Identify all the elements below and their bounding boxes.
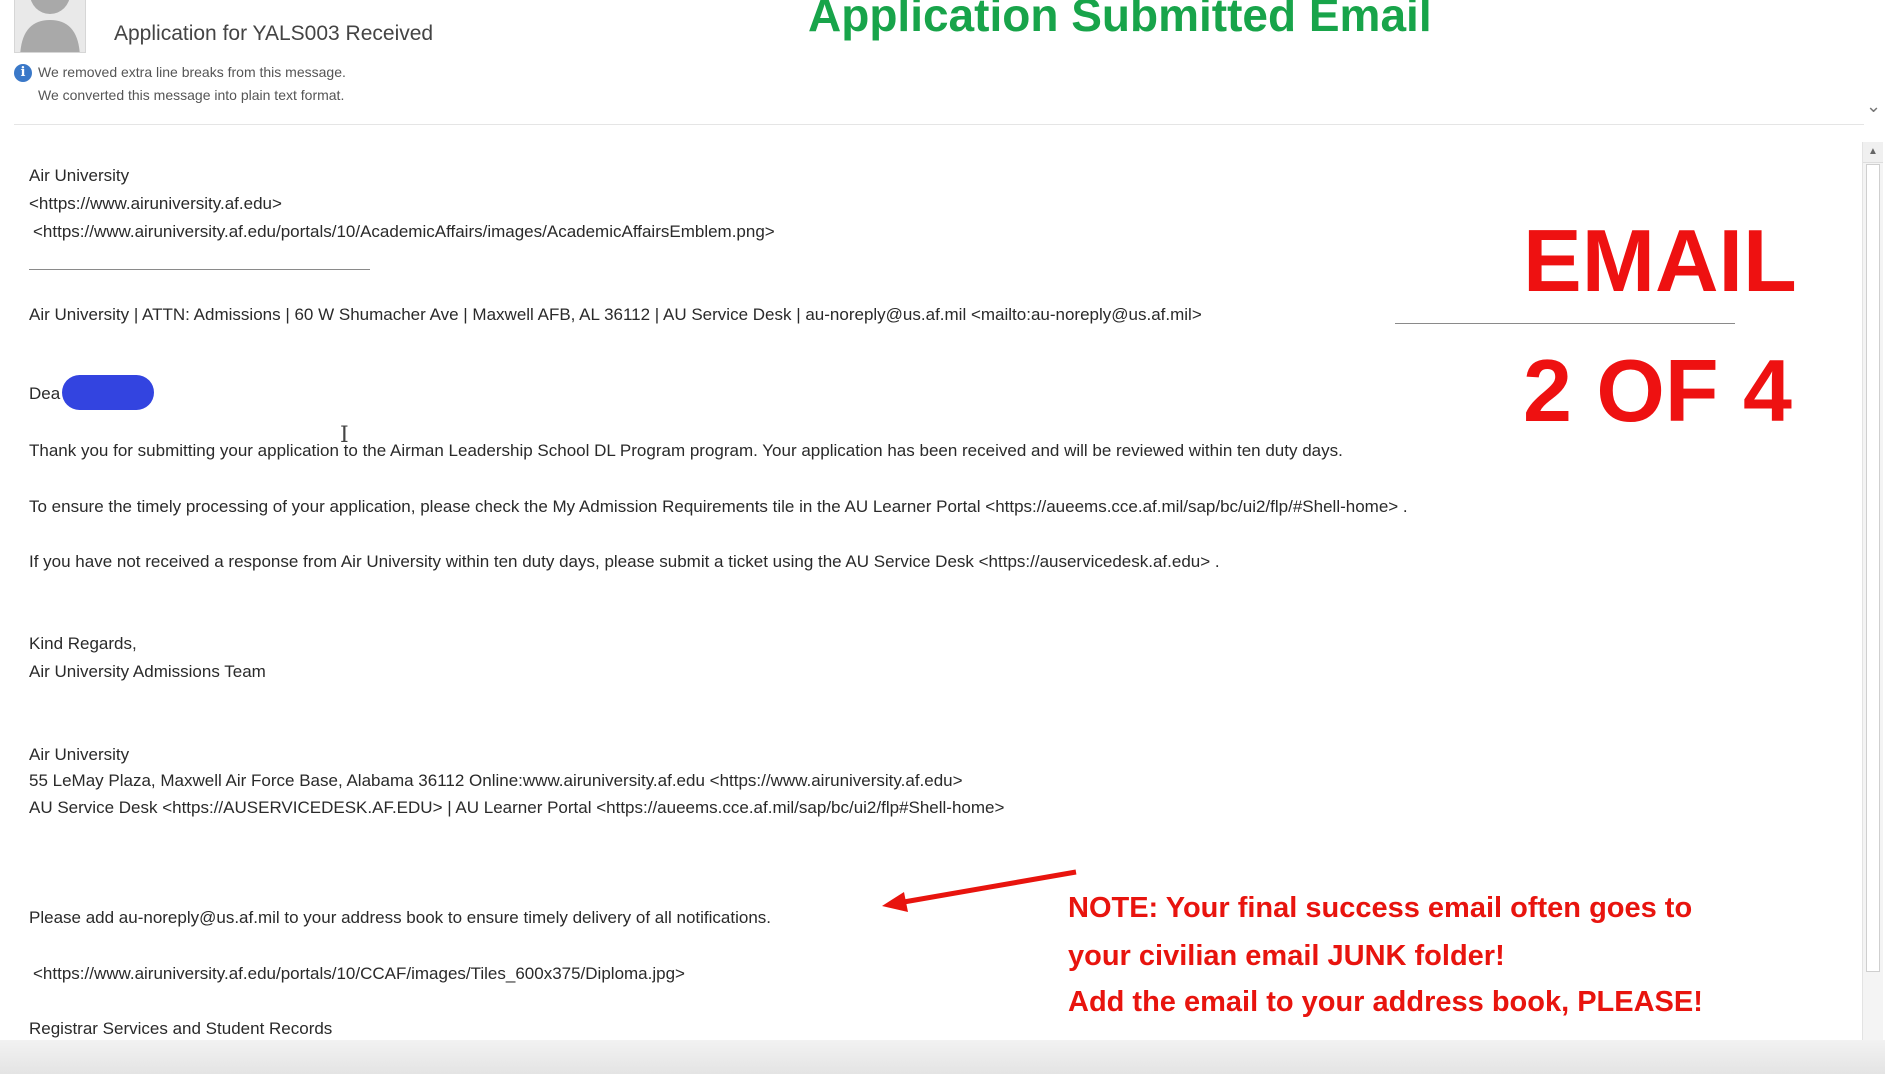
emblem-link[interactable]: <https://www.airuniversity.af.edu/portal… bbox=[33, 222, 775, 242]
overlay-title: Application Submitted Email bbox=[808, 0, 1432, 41]
separator-line bbox=[29, 269, 370, 270]
address-line: Air University | ATTN: Admissions | 60 W… bbox=[29, 305, 1202, 324]
org-name: Air University bbox=[29, 166, 130, 185]
person-placeholder-icon bbox=[20, 0, 80, 52]
message-subject: Application for YALS003 Received bbox=[114, 22, 434, 45]
scroll-thumb[interactable] bbox=[1866, 164, 1880, 972]
separator-line bbox=[1395, 323, 1735, 324]
paragraph-1: Thank you for submitting your applicatio… bbox=[29, 441, 1343, 460]
note-line-2: your civilian email JUNK folder! bbox=[1068, 940, 1505, 972]
info-icon[interactable]: i bbox=[14, 64, 32, 82]
arrow-icon bbox=[882, 869, 1077, 912]
bottom-bar bbox=[0, 1040, 1885, 1074]
chevron-down-icon[interactable]: ⌄ bbox=[1866, 96, 1881, 117]
footer-org: Air University bbox=[29, 745, 130, 764]
greeting: Dea bbox=[29, 384, 61, 403]
note-line-3: Add the email to your address book, PLEA… bbox=[1068, 986, 1703, 1018]
redaction-mark bbox=[62, 375, 154, 410]
header-divider bbox=[14, 124, 1864, 125]
closing: Kind Regards, bbox=[29, 634, 137, 653]
scroll-up-icon[interactable]: ▲ bbox=[1863, 142, 1883, 163]
signature: Air University Admissions Team bbox=[29, 662, 266, 681]
footer-links: AU Service Desk <https://AUSERVICEDESK.A… bbox=[29, 798, 1005, 817]
avatar bbox=[14, 0, 86, 53]
paragraph-3: If you have not received a response from… bbox=[29, 552, 1220, 571]
diploma-link[interactable]: <https://www.airuniversity.af.edu/portal… bbox=[33, 964, 685, 984]
address-book-note: Please add au-noreply@us.af.mil to your … bbox=[29, 908, 772, 927]
paragraph-2: To ensure the timely processing of your … bbox=[29, 497, 1408, 516]
email-sequence-label: EMAIL bbox=[1523, 211, 1797, 310]
note-line-1: NOTE: Your final success email often goe… bbox=[1068, 892, 1693, 924]
vertical-scrollbar[interactable]: ▲ bbox=[1862, 142, 1883, 1042]
info-notice-line-breaks[interactable]: We removed extra line breaks from this m… bbox=[38, 64, 346, 80]
email-sequence-number: 2 OF 4 bbox=[1523, 341, 1792, 440]
registrar: Registrar Services and Student Records bbox=[29, 1019, 333, 1038]
footer-address: 55 LeMay Plaza, Maxwell Air Force Base, … bbox=[29, 771, 963, 790]
org-link[interactable]: <https://www.airuniversity.af.edu> bbox=[29, 194, 282, 214]
info-notice-plain-text[interactable]: We converted this message into plain tex… bbox=[38, 87, 344, 103]
